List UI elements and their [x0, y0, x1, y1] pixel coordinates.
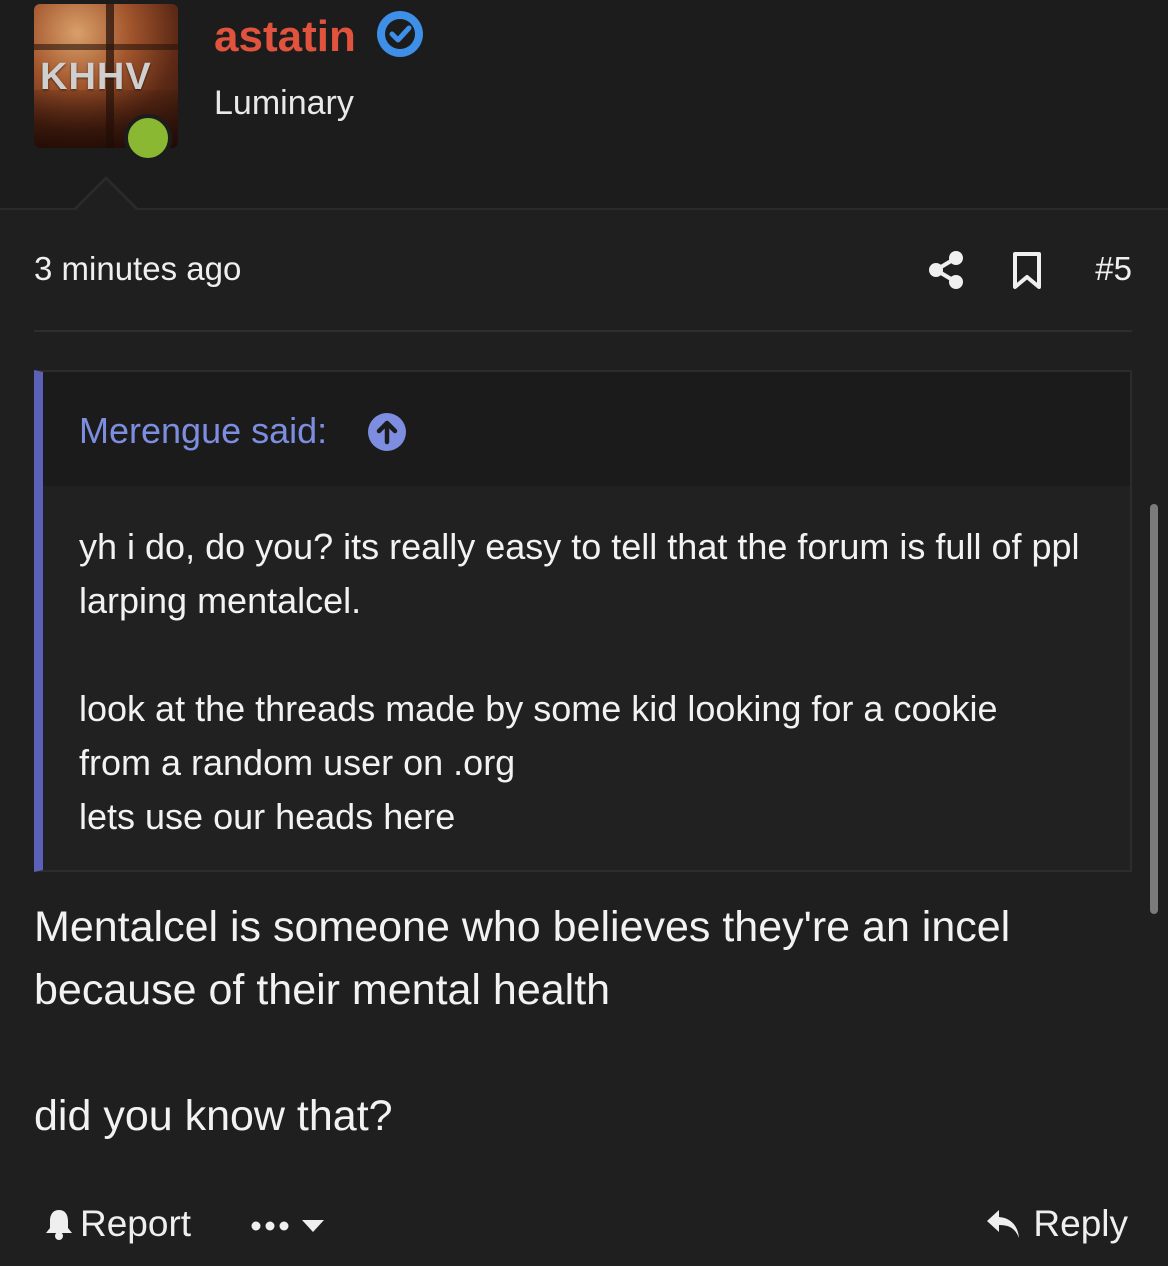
ellipsis-icon: [251, 1221, 289, 1231]
reply-label: Reply: [1033, 1203, 1128, 1244]
quote-paragraph: look at the threads made by some kid loo…: [79, 688, 998, 729]
scrollbar[interactable]: [1150, 504, 1158, 914]
post-actions: Report Reply: [34, 1198, 1132, 1252]
arrow-up-circle-icon[interactable]: [367, 412, 407, 452]
online-status-indicator: [124, 114, 172, 162]
quote-paragraph: lets use our heads here: [79, 796, 456, 837]
chevron-down-icon: [302, 1220, 324, 1232]
post-meta-row: 3 minutes ago #5: [34, 246, 1132, 296]
message-paragraph: did you know that?: [34, 1092, 393, 1140]
report-button[interactable]: Report: [42, 1198, 191, 1250]
report-label: Report: [80, 1203, 192, 1244]
bell-icon: [46, 1210, 72, 1240]
message-paragraph: Mentalcel is someone who believes they'r…: [34, 903, 1011, 1014]
more-options-button[interactable]: [250, 1206, 326, 1246]
post-number-link[interactable]: #5: [1095, 250, 1132, 288]
username-link[interactable]: astatin: [214, 10, 356, 64]
quote-paragraph: yh i do, do you? its really easy to tell…: [79, 526, 1080, 621]
quote-header: Merengue said:: [43, 372, 1130, 486]
avatar-text: KHHV: [40, 56, 152, 98]
quote-content: yh i do, do you? its really easy to tell…: [79, 520, 1109, 844]
verified-check-icon: [377, 11, 423, 57]
quote-block: Merengue said: yh i do, do you? its real…: [34, 370, 1132, 872]
reply-button[interactable]: Reply: [985, 1198, 1128, 1250]
post-author-header: KHHV astatin Luminary: [0, 0, 1168, 210]
quote-paragraph: from a random user on .org: [79, 742, 516, 783]
meta-divider: [34, 330, 1132, 332]
share-icon[interactable]: [928, 250, 964, 290]
header-pointer-fill: [74, 180, 138, 212]
quote-author-link[interactable]: Merengue said:: [79, 410, 327, 452]
post-timestamp[interactable]: 3 minutes ago: [34, 250, 241, 288]
reply-arrow-icon: [987, 1210, 1020, 1238]
user-title: Luminary: [214, 84, 354, 122]
post-message: Mentalcel is someone who believes they'r…: [34, 896, 1124, 1148]
bookmark-icon[interactable]: [1012, 252, 1042, 290]
